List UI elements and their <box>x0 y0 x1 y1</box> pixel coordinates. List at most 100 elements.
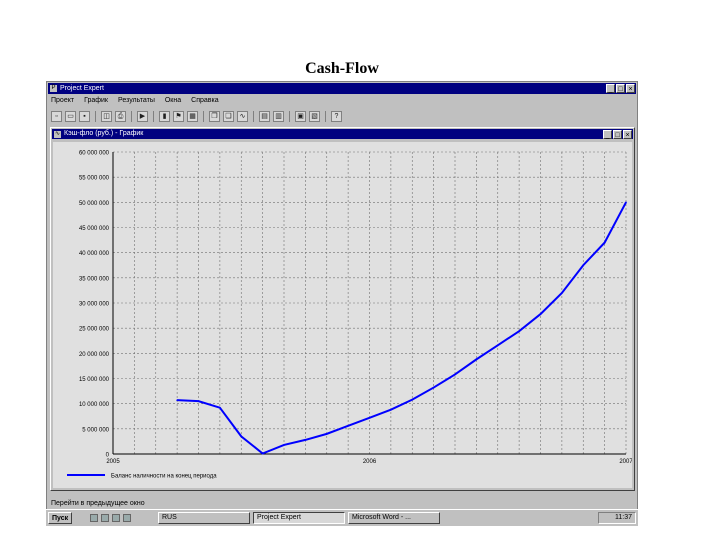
chart-window-title-bar[interactable]: ∿ Кэш-фло (руб.) - График _ □ × <box>52 129 633 139</box>
y-tick-label: 0 <box>106 453 110 459</box>
quick-launch-icon[interactable] <box>123 514 131 522</box>
calculator-icon[interactable]: ▤ <box>259 110 270 122</box>
data-point <box>582 264 585 267</box>
toolbar-separator <box>95 110 96 122</box>
line-graph-icon[interactable]: ∿ <box>237 110 248 122</box>
y-tick-label: 45 000 000 <box>79 226 110 232</box>
y-tick-label: 5 000 000 <box>82 427 109 433</box>
data-point <box>625 201 627 204</box>
chart-maximize-button[interactable]: □ <box>613 130 622 139</box>
flag-icon[interactable]: ⚑ <box>173 110 184 122</box>
y-tick-label: 60 000 000 <box>79 151 110 157</box>
menu-results[interactable]: Результаты <box>118 95 155 106</box>
data-point <box>539 313 542 315</box>
menu-chart[interactable]: График <box>84 95 108 106</box>
menu-project[interactable]: Проект <box>51 95 74 106</box>
app-title: Project Expert <box>60 85 104 92</box>
plot-area: 0 5 000 000 10 000 000 15 000 000 20 000 000… <box>53 142 632 488</box>
print-icon[interactable]: ⎙ <box>115 110 126 122</box>
data-point <box>347 425 349 427</box>
chart-window-controls: _ □ × <box>603 130 632 139</box>
chart-window-icon: ∿ <box>54 131 61 138</box>
project-expert-icon: P <box>50 85 57 92</box>
y-tick-label: 10 000 000 <box>79 402 110 408</box>
app-window: P Project Expert _ □ × Проект График Рез… <box>46 81 638 526</box>
document-icon[interactable]: ▥ <box>273 110 284 122</box>
data-point <box>454 373 456 376</box>
y-tick-label: 40 000 000 <box>79 251 110 257</box>
chart-minimize-button[interactable]: _ <box>603 130 612 139</box>
y-tick-label: 20 000 000 <box>79 352 110 358</box>
mail-icon[interactable] <box>112 514 120 522</box>
toolbar-separator <box>289 110 290 122</box>
menu-help[interactable]: Справка <box>191 95 218 106</box>
open-folder-icon[interactable]: ▭ <box>65 110 76 122</box>
toolbar: ▫ ▭ ▪ ◫ ⎙ ▶ ▮ ⚑ ▦ ❐ ❏ ∿ ▤ ▥ ▣ ▧ ? <box>51 109 342 123</box>
start-button[interactable]: Пуск <box>48 512 73 524</box>
preview-icon[interactable]: ◫ <box>101 110 112 122</box>
chart-window-title: Кэш-фло (руб.) - График <box>64 130 144 137</box>
copy-icon[interactable]: ❐ <box>209 110 220 122</box>
x-tick-label: 2006 <box>363 459 377 465</box>
slide-title: Cash-Flow <box>305 60 379 77</box>
toolbar-separator <box>203 110 204 122</box>
export-icon[interactable]: ▶ <box>137 110 148 122</box>
menu-windows[interactable]: Окна <box>165 95 181 106</box>
data-point <box>219 406 221 409</box>
chart-close-button[interactable]: × <box>623 130 632 139</box>
chart-window: ∿ Кэш-фло (руб.) - График _ □ × 0 5 000 0… <box>50 127 635 491</box>
browser-icon[interactable] <box>101 514 109 522</box>
data-point <box>240 435 243 438</box>
data-point <box>304 439 307 441</box>
y-tick-label: 50 000 000 <box>79 201 110 207</box>
menu-bar: Проект График Результаты Окна Справка <box>51 95 219 106</box>
data-point <box>432 386 435 389</box>
y-tick-label: 55 000 000 <box>79 176 110 182</box>
toolbar-separator <box>131 110 132 122</box>
data-point <box>176 399 178 401</box>
y-tick-label: 25 000 000 <box>79 327 110 333</box>
new-file-icon[interactable]: ▫ <box>51 110 62 122</box>
y-tick-label: 35 000 000 <box>79 276 110 282</box>
y-tick-label: 15 000 000 <box>79 377 110 383</box>
app-title-bar[interactable]: P Project Expert _ □ × <box>48 83 636 94</box>
data-point <box>561 292 563 294</box>
data-point <box>496 344 499 347</box>
data-point <box>411 398 414 401</box>
close-button[interactable]: × <box>626 84 635 93</box>
tray-clock: 11:37 <box>598 512 636 524</box>
table-icon[interactable]: ▦ <box>187 110 198 122</box>
toolbar-separator <box>253 110 254 122</box>
y-tick-label: 30 000 000 <box>79 302 110 308</box>
data-point <box>390 408 392 411</box>
data-point <box>603 241 606 244</box>
taskbar-task[interactable]: Project Expert <box>253 512 345 524</box>
data-point <box>283 444 285 446</box>
maximize-button[interactable]: □ <box>616 84 625 93</box>
data-point <box>261 452 264 455</box>
data-point <box>518 330 520 332</box>
data-point <box>475 358 478 361</box>
taskbar: Пуск RUS Project Expert Microsoft Word -… <box>46 509 638 526</box>
cash-flow-chart: 0 5 000 000 10 000 000 15 000 000 20 000 000… <box>67 151 632 480</box>
paste-icon[interactable]: ❏ <box>223 110 234 122</box>
x-tick-label: 2007 <box>619 459 632 465</box>
taskbar-task[interactable]: Microsoft Word - ... <box>348 512 440 524</box>
help-icon[interactable]: ? <box>331 110 342 122</box>
data-point <box>325 433 328 435</box>
window-controls: _ □ × <box>606 84 635 93</box>
taskbar-task[interactable]: RUS <box>158 512 250 524</box>
desktop-icon[interactable] <box>90 514 98 522</box>
x-tick-label: 2005 <box>106 459 120 465</box>
window-icon[interactable]: ▣ <box>295 110 306 122</box>
status-bar-text: Перейти в предыдущее окно <box>51 500 145 507</box>
save-icon[interactable]: ▪ <box>79 110 90 122</box>
minimize-button[interactable]: _ <box>606 84 615 93</box>
data-point <box>197 400 200 402</box>
report-icon[interactable]: ▧ <box>309 110 320 122</box>
chart-icon[interactable]: ▮ <box>159 110 170 122</box>
toolbar-separator <box>153 110 154 122</box>
legend-label: Баланс наличности на конец периода <box>111 474 217 480</box>
toolbar-separator <box>325 110 326 122</box>
data-point <box>368 416 371 419</box>
